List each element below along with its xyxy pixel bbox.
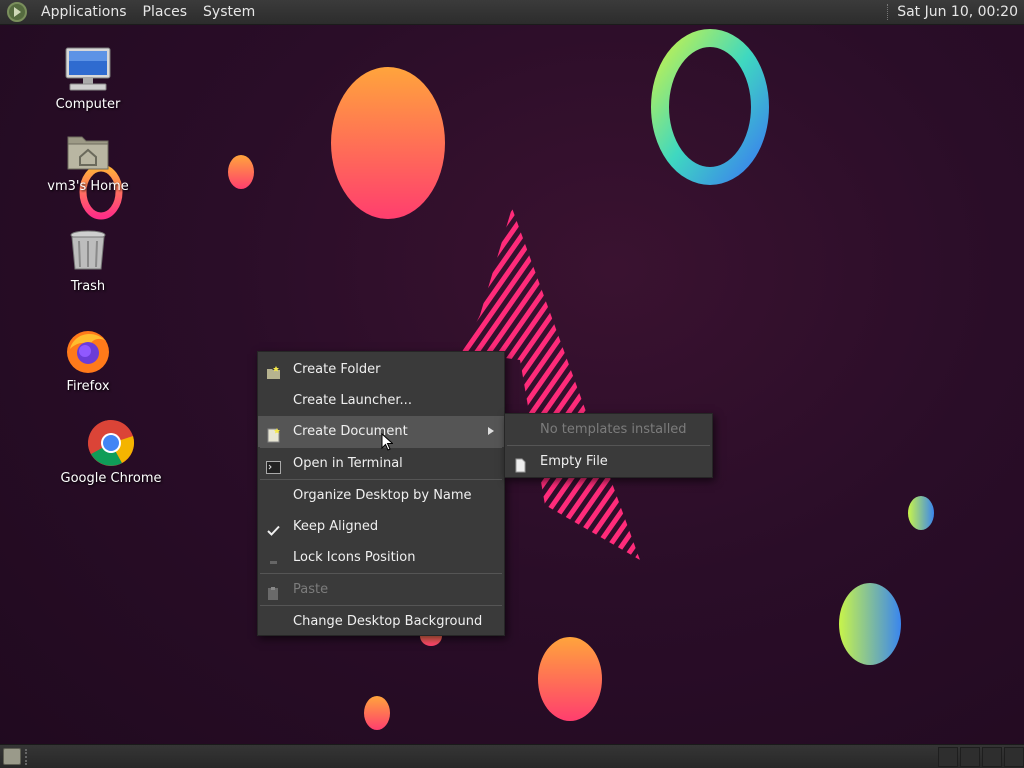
desktop-icon-home[interactable]: vm3's Home bbox=[33, 127, 143, 194]
desktop-icon-firefox[interactable]: Firefox bbox=[33, 327, 143, 394]
menu-item-label: Keep Aligned bbox=[293, 519, 379, 534]
unchecked-marker-icon bbox=[266, 550, 281, 565]
wallpaper-art bbox=[79, 29, 934, 730]
distro-logo-icon[interactable] bbox=[7, 2, 27, 22]
desktop-icon-chrome[interactable]: Google Chrome bbox=[56, 419, 166, 486]
workspace-2[interactable] bbox=[960, 747, 980, 767]
menu-item-lock-icons[interactable]: Lock Icons Position bbox=[258, 542, 504, 573]
menu-item-create-folder[interactable]: Create Folder bbox=[258, 354, 504, 385]
desktop-icon-label: Trash bbox=[70, 279, 106, 294]
menu-applications[interactable]: Applications bbox=[33, 0, 135, 25]
panel-separator bbox=[887, 4, 889, 20]
workspace-1[interactable] bbox=[938, 747, 958, 767]
chrome-icon bbox=[87, 419, 135, 467]
clock[interactable]: Sat Jun 10, 00:20 bbox=[897, 4, 1018, 20]
menu-item-label: Paste bbox=[293, 582, 329, 597]
desktop-icon-label: Computer bbox=[55, 97, 121, 112]
terminal-icon bbox=[266, 456, 281, 474]
home-folder-icon bbox=[64, 127, 112, 175]
desktop-context-menu: Create Folder Create Launcher... Create … bbox=[257, 351, 505, 636]
submenu-item-no-templates: No templates installed bbox=[505, 414, 712, 445]
paste-icon bbox=[266, 582, 281, 600]
panel-handle[interactable] bbox=[25, 749, 31, 765]
workspace-3[interactable] bbox=[982, 747, 1002, 767]
document-new-icon bbox=[266, 424, 281, 443]
show-desktop-icon[interactable] bbox=[3, 748, 21, 765]
desktop-icon-label: vm3's Home bbox=[47, 179, 129, 194]
checkmark-icon bbox=[266, 519, 281, 536]
menu-item-label: No templates installed bbox=[540, 422, 687, 437]
desktop-icon-trash[interactable]: Trash bbox=[33, 227, 143, 294]
menu-item-change-background[interactable]: Change Desktop Background bbox=[258, 606, 504, 637]
menu-places[interactable]: Places bbox=[135, 0, 196, 25]
desktop-icon-computer[interactable]: Computer bbox=[33, 45, 143, 112]
workspace-4[interactable] bbox=[1004, 747, 1024, 767]
submenu-item-empty-file[interactable]: Empty File bbox=[505, 446, 712, 477]
menu-item-paste: Paste bbox=[258, 574, 504, 605]
menu-item-label: Empty File bbox=[540, 454, 608, 469]
desktop-icon-label: Google Chrome bbox=[60, 471, 162, 486]
submenu-arrow-icon bbox=[488, 427, 494, 435]
menu-item-label: Open in Terminal bbox=[293, 456, 403, 471]
menu-item-label: Organize Desktop by Name bbox=[293, 488, 472, 503]
trash-icon bbox=[64, 227, 112, 275]
menu-item-label: Change Desktop Background bbox=[293, 614, 483, 629]
computer-icon bbox=[64, 45, 112, 93]
desktop-icon-label: Firefox bbox=[66, 379, 110, 394]
desktop-wallpaper[interactable] bbox=[0, 0, 1024, 768]
menu-item-label: Create Folder bbox=[293, 362, 381, 377]
menu-item-keep-aligned[interactable]: Keep Aligned bbox=[258, 511, 504, 542]
firefox-icon bbox=[64, 327, 112, 375]
menu-system[interactable]: System bbox=[195, 0, 263, 25]
create-document-submenu: No templates installed Empty File bbox=[504, 413, 713, 478]
menu-item-label: Create Launcher... bbox=[293, 393, 412, 408]
mouse-cursor-icon bbox=[381, 432, 394, 455]
folder-new-icon bbox=[266, 362, 281, 379]
menu-item-organize-desktop[interactable]: Organize Desktop by Name bbox=[258, 480, 504, 511]
top-panel: Applications Places System Sat Jun 10, 0… bbox=[0, 0, 1024, 25]
menu-item-label: Lock Icons Position bbox=[293, 550, 416, 565]
menu-item-create-launcher[interactable]: Create Launcher... bbox=[258, 385, 504, 416]
bottom-panel bbox=[0, 744, 1024, 768]
file-icon bbox=[513, 454, 528, 473]
